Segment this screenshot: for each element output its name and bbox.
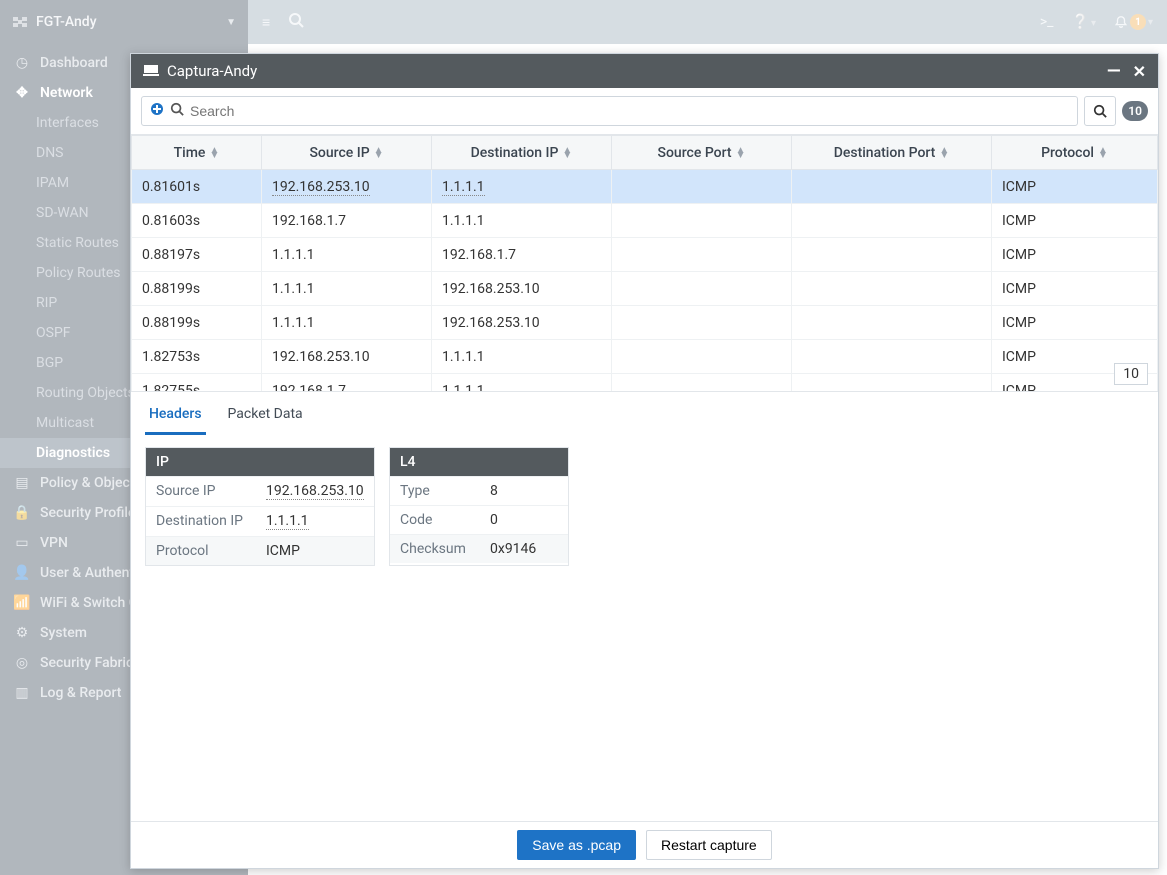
cell-time: 0.81601s	[132, 170, 262, 204]
cell-sip: 1.1.1.1	[262, 238, 432, 272]
search-input[interactable]	[190, 103, 1069, 119]
search-inline-icon	[170, 102, 184, 120]
close-button[interactable]: ✕	[1133, 62, 1146, 81]
tab-headers[interactable]: Headers	[145, 398, 206, 435]
cell-dp	[792, 170, 992, 204]
visible-row-count: 10	[1114, 363, 1148, 385]
tab-packet-data[interactable]: Packet Data	[224, 398, 307, 435]
restart-capture-button[interactable]: Restart capture	[646, 830, 772, 860]
cell-dip: 1.1.1.1	[432, 170, 612, 204]
col-header-source-port[interactable]: Source Port▲▼	[612, 136, 792, 170]
l4-type-val: 8	[490, 483, 498, 499]
cell-time: 0.88197s	[132, 238, 262, 272]
cell-sp	[612, 306, 792, 340]
save-pcap-button[interactable]: Save as .pcap	[517, 830, 636, 860]
cell-sp	[612, 170, 792, 204]
cell-dip: 1.1.1.1	[432, 204, 612, 238]
cell-time: 0.88199s	[132, 272, 262, 306]
table-row[interactable]: 0.81603s192.168.1.71.1.1.1 ICMP	[132, 204, 1158, 238]
modal-title: Captura-Andy	[167, 62, 257, 80]
sort-icon: ▲▼	[1098, 148, 1108, 158]
cell-dip: 192.168.253.10	[432, 272, 612, 306]
table-row[interactable]: 0.81601s192.168.253.101.1.1.1 ICMP	[132, 170, 1158, 204]
table-row[interactable]: 1.82755s192.168.1.71.1.1.1ICMP	[132, 374, 1158, 391]
cell-sp	[612, 374, 792, 391]
cell-sp	[612, 238, 792, 272]
cell-proto: ICMP	[992, 170, 1158, 204]
ip-panel-title: IP	[146, 448, 374, 476]
sort-icon: ▲▼	[374, 148, 384, 158]
ip-sip-val[interactable]: 192.168.253.10	[266, 483, 364, 500]
ip-proto-val: ICMP	[266, 543, 300, 559]
cell-dp	[792, 238, 992, 272]
detail-tabs: Headers Packet Data	[131, 391, 1158, 435]
table-row[interactable]: 0.88199s1.1.1.1192.168.253.10 ICMP	[132, 272, 1158, 306]
l4-chk-val: 0x9146	[490, 541, 536, 557]
result-count-badge: 10	[1122, 101, 1148, 121]
table-row[interactable]: 0.88197s1.1.1.1192.168.1.7 ICMP	[132, 238, 1158, 272]
l4-type-key: Type	[400, 483, 490, 499]
ip-dip-val[interactable]: 1.1.1.1	[266, 513, 309, 530]
sort-icon: ▲▼	[562, 148, 572, 158]
table-row[interactable]: 0.88199s1.1.1.1192.168.253.10 ICMP	[132, 306, 1158, 340]
cell-sip: 1.1.1.1	[262, 306, 432, 340]
header-panels: IP Source IP192.168.253.10 Destination I…	[131, 435, 1158, 566]
packet-capture-modal: Captura-Andy — ✕ 10 Time▲▼ Source	[130, 53, 1159, 869]
cell-dp	[792, 374, 992, 391]
cell-proto: ICMP	[992, 238, 1158, 272]
sort-icon: ▲▼	[736, 148, 746, 158]
search-button[interactable]	[1084, 96, 1116, 126]
cell-sip: 192.168.253.10	[262, 170, 432, 204]
table-row[interactable]: 1.82753s192.168.253.101.1.1.1ICMP	[132, 340, 1158, 374]
cell-sp	[612, 340, 792, 374]
search-input-wrap[interactable]	[141, 96, 1078, 126]
l4-panel-title: L4	[390, 448, 568, 476]
packet-table: Time▲▼ Source IP▲▼ Destination IP▲▼ Sour…	[131, 135, 1158, 391]
cell-time: 0.81603s	[132, 204, 262, 238]
col-header-protocol[interactable]: Protocol▲▼	[992, 136, 1158, 170]
cell-proto: ICMP	[992, 272, 1158, 306]
ip-panel: IP Source IP192.168.253.10 Destination I…	[145, 447, 375, 566]
cell-proto: ICMP	[992, 306, 1158, 340]
l4-code-key: Code	[400, 512, 490, 528]
col-header-dest-ip[interactable]: Destination IP▲▼	[432, 136, 612, 170]
cell-dip: 1.1.1.1	[432, 374, 612, 391]
sort-icon: ▲▼	[209, 148, 219, 158]
cell-sip: 192.168.253.10	[262, 340, 432, 374]
add-filter-icon[interactable]	[150, 102, 164, 120]
col-header-source-ip[interactable]: Source IP▲▼	[262, 136, 432, 170]
cell-time: 1.82755s	[132, 374, 262, 391]
l4-panel: L4 Type8 Code0 Checksum0x9146	[389, 447, 569, 566]
capture-device-icon	[143, 62, 159, 80]
col-header-dest-port[interactable]: Destination Port▲▼	[792, 136, 992, 170]
ip-dip-key: Destination IP	[156, 513, 266, 530]
l4-code-val: 0	[490, 512, 498, 528]
cell-sp	[612, 272, 792, 306]
cell-dp	[792, 272, 992, 306]
ip-proto-key: Protocol	[156, 543, 266, 559]
cell-sip: 192.168.1.7	[262, 374, 432, 391]
modal-titlebar: Captura-Andy — ✕	[131, 54, 1158, 88]
search-bar: 10	[131, 88, 1158, 135]
modal-footer: Save as .pcap Restart capture	[131, 821, 1158, 868]
minimize-button[interactable]: —	[1107, 61, 1121, 82]
ip-sip-key: Source IP	[156, 483, 266, 500]
sort-icon: ▲▼	[939, 148, 949, 158]
col-header-time[interactable]: Time▲▼	[132, 136, 262, 170]
cell-dip: 192.168.1.7	[432, 238, 612, 272]
l4-chk-key: Checksum	[400, 541, 490, 557]
cell-dp	[792, 306, 992, 340]
cell-sip: 1.1.1.1	[262, 272, 432, 306]
cell-proto: ICMP	[992, 204, 1158, 238]
cell-time: 0.88199s	[132, 306, 262, 340]
cell-sip: 192.168.1.7	[262, 204, 432, 238]
cell-dp	[792, 340, 992, 374]
cell-dip: 192.168.253.10	[432, 306, 612, 340]
cell-dp	[792, 204, 992, 238]
cell-sp	[612, 204, 792, 238]
cell-dip: 1.1.1.1	[432, 340, 612, 374]
cell-time: 1.82753s	[132, 340, 262, 374]
